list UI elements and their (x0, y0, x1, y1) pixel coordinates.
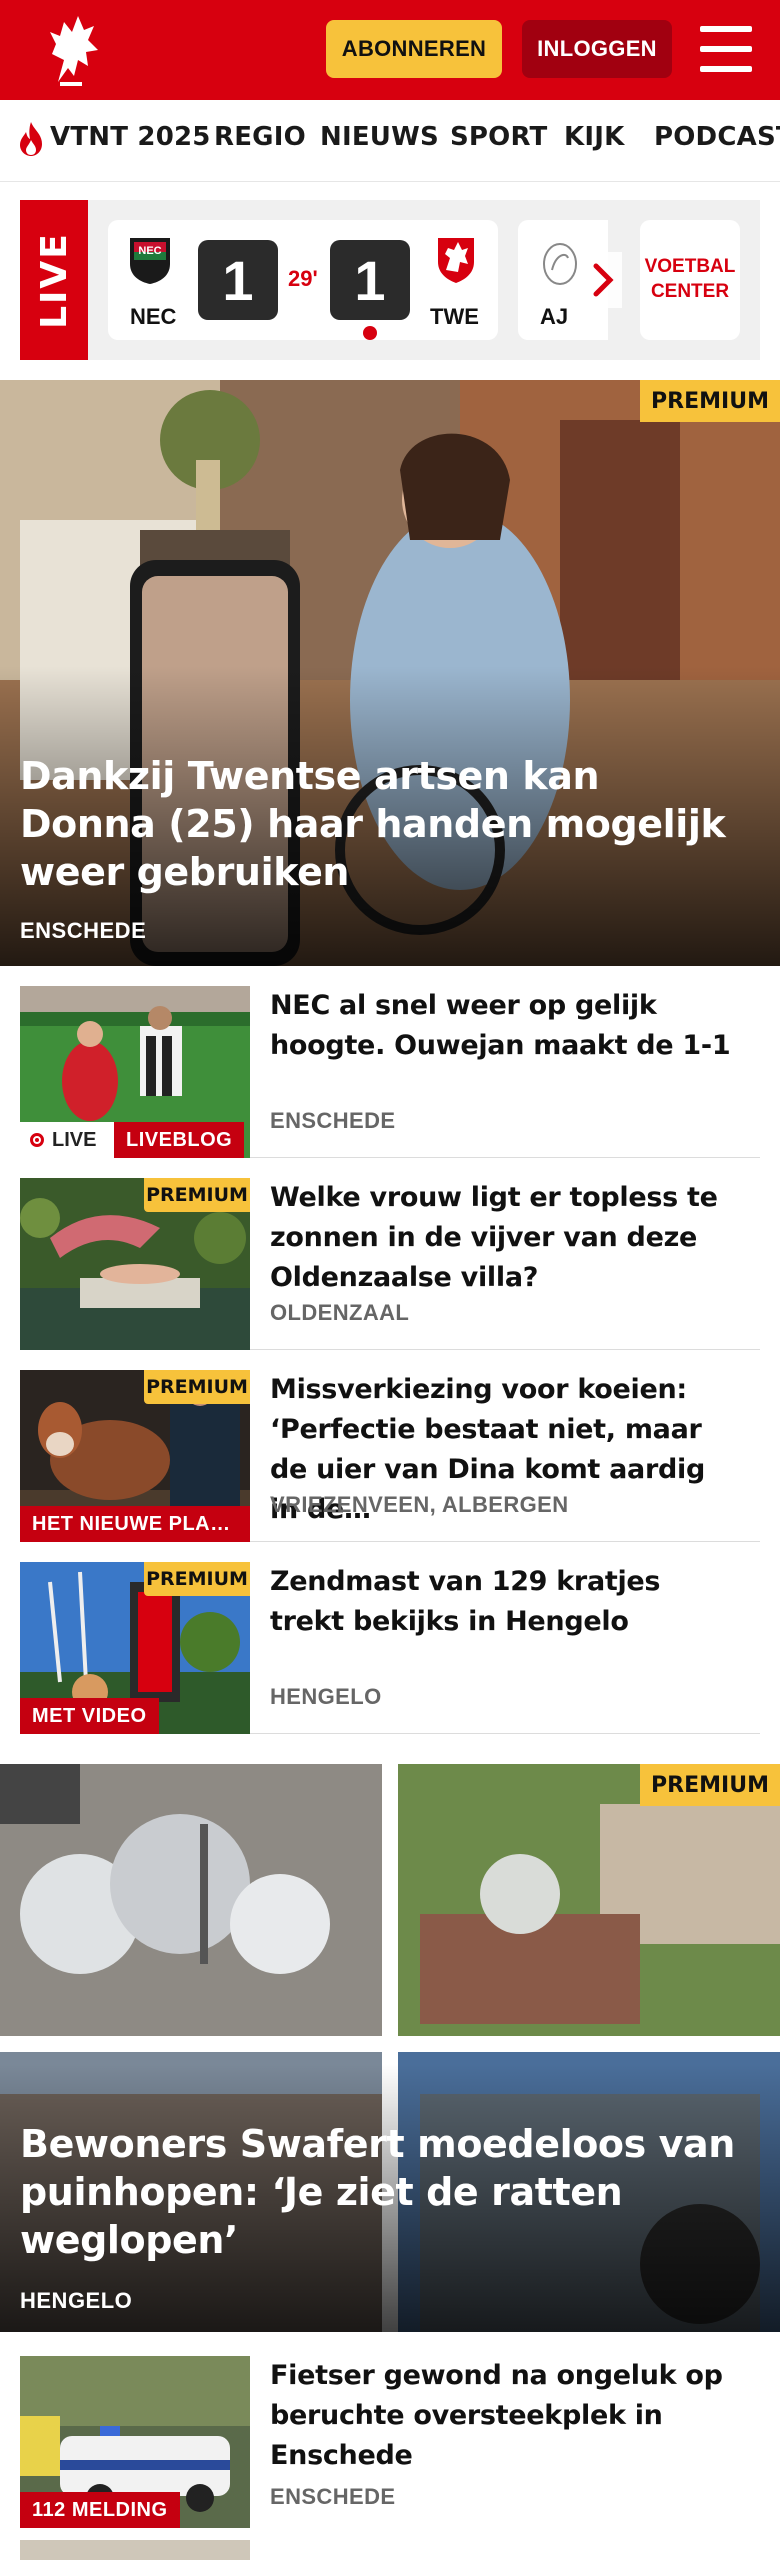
nav-item-kijk[interactable]: KIJK (564, 122, 624, 152)
flame-icon (20, 122, 42, 156)
hero-title[interactable]: Dankzij Twentse artsen kan Donna (25) ha… (20, 752, 740, 896)
article-region: HENGELO (270, 1684, 382, 1709)
live-dot-icon (30, 1133, 44, 1147)
article-title[interactable]: Fietser gewond na ongeluk op beruchte ov… (270, 2356, 740, 2476)
nav-item-nieuws[interactable]: NIEUWS (320, 122, 439, 152)
next-team-name: AJ (540, 304, 569, 329)
premium-badge: PREMIUM (144, 1178, 250, 1212)
list-item[interactable]: PREMIUM Welke vrouw ligt er topless te z… (20, 1158, 760, 1350)
login-button[interactable]: INLOGGEN (522, 20, 672, 78)
melding-label: 112 MELDING (20, 2492, 180, 2528)
twente-crest-icon (438, 238, 474, 283)
liveblog-label: LIVEBLOG (114, 1122, 245, 1158)
hero-region: ENSCHEDE (20, 918, 147, 943)
main-nav: VTNT 2025 REGIO NIEUWS SPORT KIJK PODCAS… (0, 100, 780, 182)
match-card[interactable]: NEC NEC 1 29' 1 TWE (108, 220, 498, 340)
tubantia-logo-icon[interactable] (38, 10, 108, 90)
article-thumbnail: 112 MELDING (20, 2356, 250, 2528)
article-region: VRIEZENVEEN, ALBERGEN (270, 1492, 569, 1517)
match-minute: 29' (288, 266, 318, 291)
nav-item-sport[interactable]: SPORT (450, 122, 547, 152)
collage-title[interactable]: Bewoners Swafert moedeloos van puinhopen… (20, 2120, 740, 2264)
list-item[interactable]: 112 MELDING Fietser gewond na ongeluk op… (20, 2336, 760, 2536)
svg-text:NEC: NEC (138, 245, 161, 257)
article-title[interactable]: Welke vrouw ligt er topless te zonnen in… (270, 1178, 740, 1298)
premium-badge: PREMIUM (640, 380, 780, 422)
article-thumbnail: PREMIUM (20, 1178, 250, 1350)
menu-icon[interactable] (700, 26, 752, 72)
away-team-name: TWE (430, 304, 479, 329)
nav-item-vtnt-2025[interactable]: VTNT 2025 (50, 122, 211, 152)
article-title[interactable]: NEC al snel weer op gelijk hoogte. Ouwej… (270, 986, 740, 1066)
subscribe-button[interactable]: ABONNEREN (326, 20, 502, 78)
list-item[interactable]: PREMIUM HET NIEUWE PLA… Missverkiezing v… (20, 1350, 760, 1542)
met-video-label: MET VIDEO (20, 1698, 159, 1734)
live-tag: LIVE (20, 1122, 114, 1158)
collage-article[interactable]: PREMIUM Bewoners Swafert moedeloos van p… (0, 1764, 780, 2332)
live-label: LIVE (20, 200, 88, 360)
premium-badge: PREMIUM (144, 1370, 250, 1404)
list-item[interactable]: PREMIUM MET VIDEO Zendmast van 129 kratj… (20, 1542, 760, 1734)
article-thumbnail: LIVE LIVEBLOG (20, 986, 250, 1158)
collage-region: HENGELO (20, 2288, 133, 2313)
next-article-thumbnail (20, 2540, 250, 2560)
premium-badge: PREMIUM (640, 1764, 780, 1806)
article-thumbnail: PREMIUM MET VIDEO (20, 1562, 250, 1734)
article-region: ENSCHEDE (270, 2484, 396, 2509)
nec-crest-icon: NEC (130, 238, 170, 284)
home-score: 1 (198, 240, 278, 320)
live-indicator-icon (363, 326, 377, 340)
premium-badge: PREMIUM (144, 1562, 250, 1596)
article-region: ENSCHEDE (270, 1108, 396, 1133)
live-scores-strip: LIVE NEC NEC 1 29' 1 TWE AJ VOETBAL CENT… (20, 200, 760, 360)
article-title[interactable]: Zendmast van 129 kratjes trekt bekijks i… (270, 1562, 740, 1642)
top-bar: ABONNEREN INLOGGEN (0, 0, 780, 100)
list-item[interactable]: LIVE LIVEBLOG NEC al snel weer op gelijk… (20, 966, 760, 1158)
nav-item-regio[interactable]: REGIO (214, 122, 306, 152)
category-label: HET NIEUWE PLA… (20, 1506, 250, 1542)
hero-article[interactable]: PREMIUM Dankzij Twentse artsen kan Donna… (0, 380, 780, 966)
voetbal-center-link[interactable]: VOETBAL CENTER (640, 220, 740, 340)
away-score: 1 (330, 240, 410, 320)
chevron-right-icon[interactable] (586, 252, 622, 308)
ajax-crest-icon (543, 243, 577, 285)
article-thumbnail: PREMIUM HET NIEUWE PLA… (20, 1370, 250, 1542)
nav-item-podcast[interactable]: PODCAST (654, 122, 780, 152)
home-team-name: NEC (130, 304, 177, 329)
article-region: OLDENZAAL (270, 1300, 410, 1325)
